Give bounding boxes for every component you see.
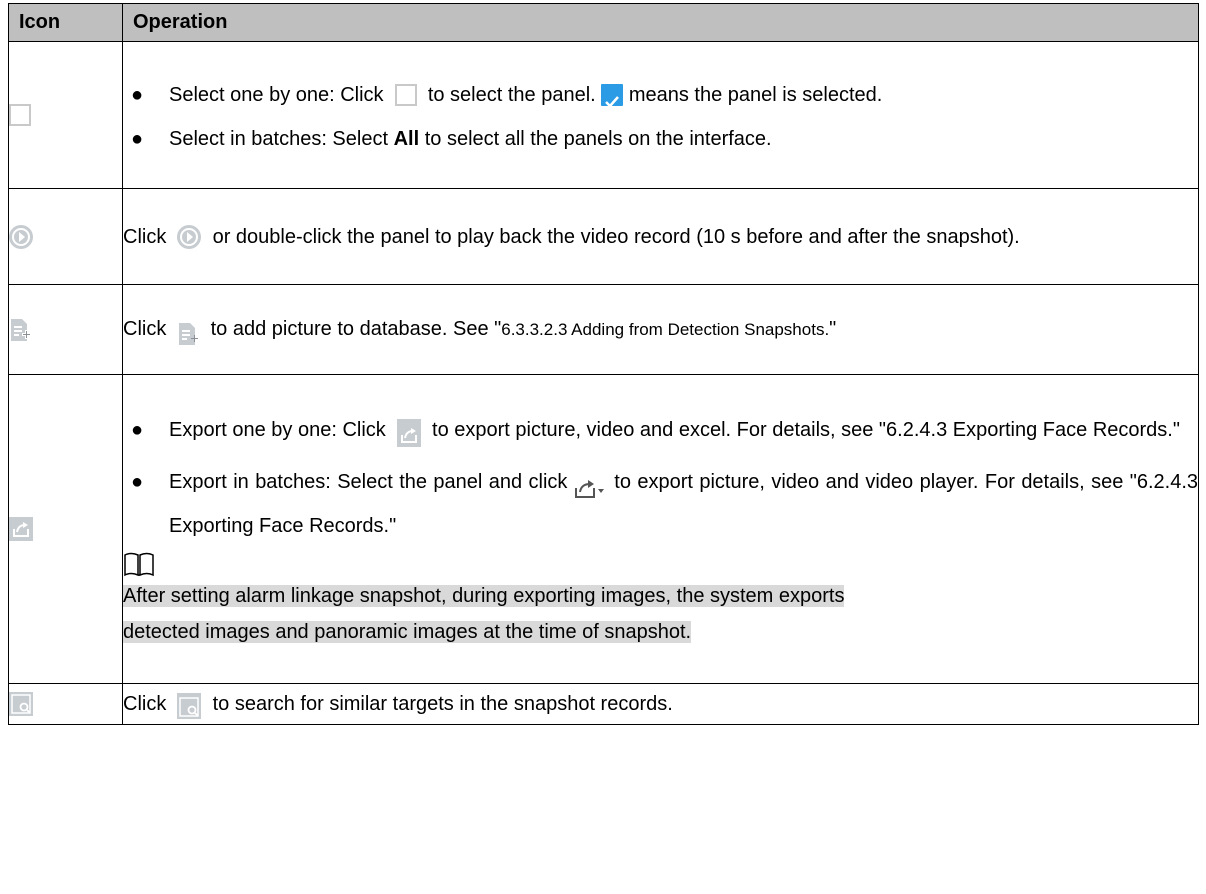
text: or double-click the panel to play back t… [212,225,1020,248]
list-item: ● Select one by one: Click to select the… [123,72,1198,119]
text: " [829,318,837,340]
icon-cell [8,374,123,684]
checkbox-icon [394,84,417,107]
bullet: ● [131,127,144,150]
bullet: ● [131,419,144,441]
text: to export picture, video and excel. For … [432,419,1180,441]
reference-link: 6.3.3.2.3 Adding from Detection Snapshot… [501,320,830,339]
text: Click [123,693,167,715]
text: to add picture to database. See " [210,318,502,340]
text: Export one by one: Click [169,419,386,441]
icon-cell [8,41,123,189]
checkbox-checked-icon [601,84,624,109]
header-operation: Operation [122,3,1199,42]
note-icon-row [123,548,1198,578]
text: Click [123,318,167,340]
table-row: ● Select one by one: Click to select the… [8,41,1199,189]
search-similar-icon [9,692,33,716]
add-to-database-icon [9,318,31,342]
text: to search for similar targets in the sna… [212,693,673,715]
text: Click [123,225,167,248]
table-row: Click to add picture to database. See "6… [8,284,1199,375]
export-menu-icon [574,472,608,498]
text: Export in batches: Select the panel and … [169,471,568,493]
icon-cell [8,284,123,375]
play-icon [9,224,33,249]
table-row: Click to search for similar targets in t… [8,683,1199,725]
operation-cell: Click or double-click the panel to play … [122,188,1199,285]
icon-cell [8,188,123,285]
text: to select the panel. [427,83,596,106]
text: means the panel is selected. [628,83,883,106]
bullet: ● [131,83,144,106]
table-row: Click or double-click the panel to play … [8,188,1199,285]
export-icon [9,517,33,541]
play-icon [177,225,202,250]
operation-cell: ● Select one by one: Click to select the… [122,41,1199,189]
table-header-row: Icon Operation [8,3,1199,42]
list-item: ● Export one by one: Click to export pic… [123,408,1198,452]
bullet: ● [131,471,144,493]
export-icon [396,418,421,447]
list-item: ● Select in batches: Select All to selec… [123,119,1198,159]
operation-cell: ● Export one by one: Click to export pic… [122,374,1199,684]
add-to-database-icon [177,318,199,345]
text: Select one by one: Click [169,83,384,106]
icon-cell [8,683,123,725]
operations-table: Icon Operation ● Select one by one: Clic… [8,3,1199,725]
operation-cell: Click to search for similar targets in t… [122,683,1199,725]
header-icon: Icon [8,3,123,42]
note: After setting alarm linkage snapshot, du… [123,578,1198,650]
note-text: After setting alarm linkage snapshot, du… [123,585,845,607]
checkbox-icon [9,104,31,126]
text: to select all the panels on the interfac… [424,127,772,150]
book-icon [123,551,155,577]
table-row: ● Export one by one: Click to export pic… [8,374,1199,684]
list-item: ● Export in batches: Select the panel an… [123,460,1198,548]
search-similar-icon [177,692,202,719]
note-text: detected images and panoramic images at … [123,621,692,643]
operation-cell: Click to add picture to database. See "6… [122,284,1199,375]
bold-text: All [393,127,420,150]
text: Select in batches: Select [169,127,389,150]
